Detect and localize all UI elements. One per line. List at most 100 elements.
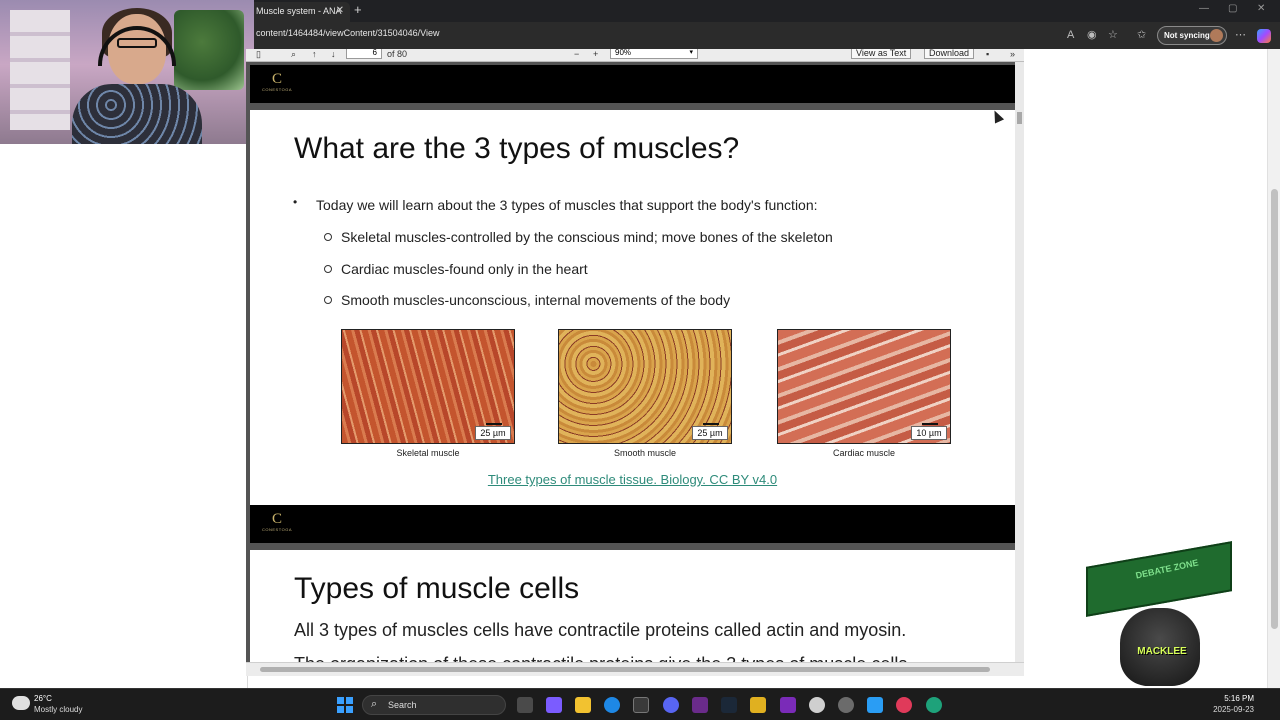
tab-close-icon[interactable]: ✕ [336,2,344,20]
url-field[interactable]: content/1464484/viewContent/31504046/Vie… [256,28,439,38]
bullet-icon: • [293,195,298,209]
webcam-overlay [0,0,254,144]
read-aloud-icon[interactable]: A [1067,29,1074,41]
slide-title: Types of muscle cells [294,572,580,605]
zoom-out-icon[interactable]: − [574,49,579,61]
profile-sync-button[interactable]: Not syncing [1157,26,1227,45]
favorites-icon[interactable]: ✩ [1137,29,1146,41]
image-caption: Smooth muscle [613,448,677,458]
list-item: Skeletal muscles-controlled by the consc… [341,229,833,245]
horizontal-scrollbar-thumb[interactable] [260,667,990,672]
sidebar-toggle-icon[interactable]: ▯ [256,49,261,61]
sub-bullet-icon [324,233,332,241]
copilot-app-icon[interactable] [546,697,562,713]
weather-description: Mostly cloudy [34,705,83,714]
favorite-star-icon[interactable]: ☆ [1108,29,1118,41]
body-text: All 3 types of muscles cells have contra… [294,620,907,640]
scale-bar: 25 µm [692,423,728,440]
search-label: Search [388,700,417,710]
scale-bar: 10 µm [911,423,947,440]
slide-header-band: C CONESTOGA [250,505,1015,543]
steam-icon[interactable] [721,697,737,713]
taskbar-search[interactable]: ⌕ Search [362,695,506,715]
page-total: of 80 [387,49,408,59]
slide-header-band: C CONESTOGA [250,65,1015,103]
task-view-icon[interactable] [517,697,533,713]
window-minimize-button[interactable]: — [1199,3,1209,14]
image-caption: Cardiac muscle [832,448,896,458]
sub-bullet-icon [324,265,332,273]
clock-date[interactable]: 2025-09-23 [1213,705,1254,714]
viewer-horizontal-scrollbar[interactable] [246,662,1024,676]
viewer-scrollbar-thumb[interactable] [1017,112,1022,124]
attribution-link[interactable]: Three types of muscle tissue. Biology. C… [250,472,1015,487]
viewer-scrollbar[interactable] [1015,62,1024,662]
window-maximize-button[interactable]: ▢ [1228,3,1237,14]
zoom-select[interactable]: 90% ▾ [610,49,698,59]
list-item: Smooth muscles-unconscious, internal mov… [341,292,731,308]
presenter-body [72,84,202,144]
streaming-app-icon[interactable] [692,697,708,713]
viewer-toolbar: ▯ ⌕ ↑ ↓ 6 of 80 − + 90% ▾ View as Text D… [246,49,1024,62]
profile-sync-label: Not syncing [1164,31,1210,40]
file-explorer-icon[interactable] [575,697,591,713]
stream-sticker: DEBATE ZONE MACKLEE [1086,541,1236,688]
body-text: The organization of these contractile pr… [294,654,907,662]
taskbar: 26°C Mostly cloudy ⌕ Search 5:16 PM 2025… [0,688,1280,720]
list-item: Cardiac muscles-found only in the heart [341,261,588,277]
slide-muscle-types: What are the 3 types of muscles? • Today… [250,110,1015,505]
conestoga-logo: C CONESTOGA [262,71,292,92]
weather-temperature: 26°C [34,694,52,703]
conestoga-logo: C CONESTOGA [262,511,292,532]
edge-profile-icon[interactable] [926,697,942,713]
sub-bullet-icon [324,296,332,304]
search-icon: ⌕ [371,698,378,710]
start-button[interactable] [337,697,353,713]
extension-icon[interactable]: ◉ [1087,29,1097,41]
toy-shelf [10,10,70,130]
weather-cloud-icon[interactable] [12,696,30,710]
print-icon[interactable]: ▪ [986,49,989,61]
tab-title: Muscle system - ANA [256,6,342,16]
more-tools-icon[interactable]: » [1010,49,1015,61]
new-tab-button[interactable]: + [354,2,362,18]
app-icon[interactable] [838,697,854,713]
chevron-down-icon: ▾ [689,49,693,56]
skeletal-muscle-image: 25 µm [341,329,515,444]
view-as-text-button[interactable]: View as Text [851,49,912,59]
profile-avatar [1210,29,1223,42]
page-scrollbar[interactable] [1267,49,1280,688]
store-icon[interactable] [633,697,649,713]
page-scrollbar-thumb[interactable] [1271,189,1278,629]
next-page-icon[interactable]: ↓ [331,49,336,61]
copilot-icon[interactable] [1257,29,1271,43]
discord-icon[interactable] [663,697,679,713]
window-close-button[interactable]: ✕ [1257,3,1265,14]
download-button[interactable]: Download [924,49,975,59]
scale-bar: 25 µm [475,423,511,440]
cardiac-muscle-image: 10 µm [777,329,951,444]
previous-page-icon[interactable]: ↑ [312,49,317,61]
browser-tab[interactable]: Muscle system - ANA ✕ [250,2,350,22]
zoom-in-icon[interactable]: + [593,49,598,61]
intro-text: Today we will learn about the 3 types of… [316,197,818,213]
edge-browser-icon[interactable] [604,697,620,713]
app-icon[interactable] [750,697,766,713]
settings-gear-icon[interactable] [809,697,825,713]
smooth-muscle-image: 25 µm [558,329,732,444]
image-caption: Skeletal muscle [396,448,460,458]
app-icon[interactable] [896,697,912,713]
left-page-margin [0,144,248,688]
plant [174,10,244,90]
glasses [117,38,157,48]
sticker-mascot-name: MACKLEE [1137,646,1187,657]
document-viewer: ▯ ⌕ ↑ ↓ 6 of 80 − + 90% ▾ View as Text D… [246,49,1024,676]
photos-icon[interactable] [867,697,883,713]
find-icon[interactable]: ⌕ [291,49,296,61]
page-number-input[interactable]: 6 [346,49,382,59]
slide-muscle-cells: Types of muscle cells All 3 types of mus… [250,550,1015,662]
music-app-icon[interactable] [780,697,796,713]
slide-title: What are the 3 types of muscles? [294,132,740,165]
more-menu-icon[interactable]: ⋯ [1235,29,1246,41]
clock-time[interactable]: 5:16 PM [1224,694,1254,703]
